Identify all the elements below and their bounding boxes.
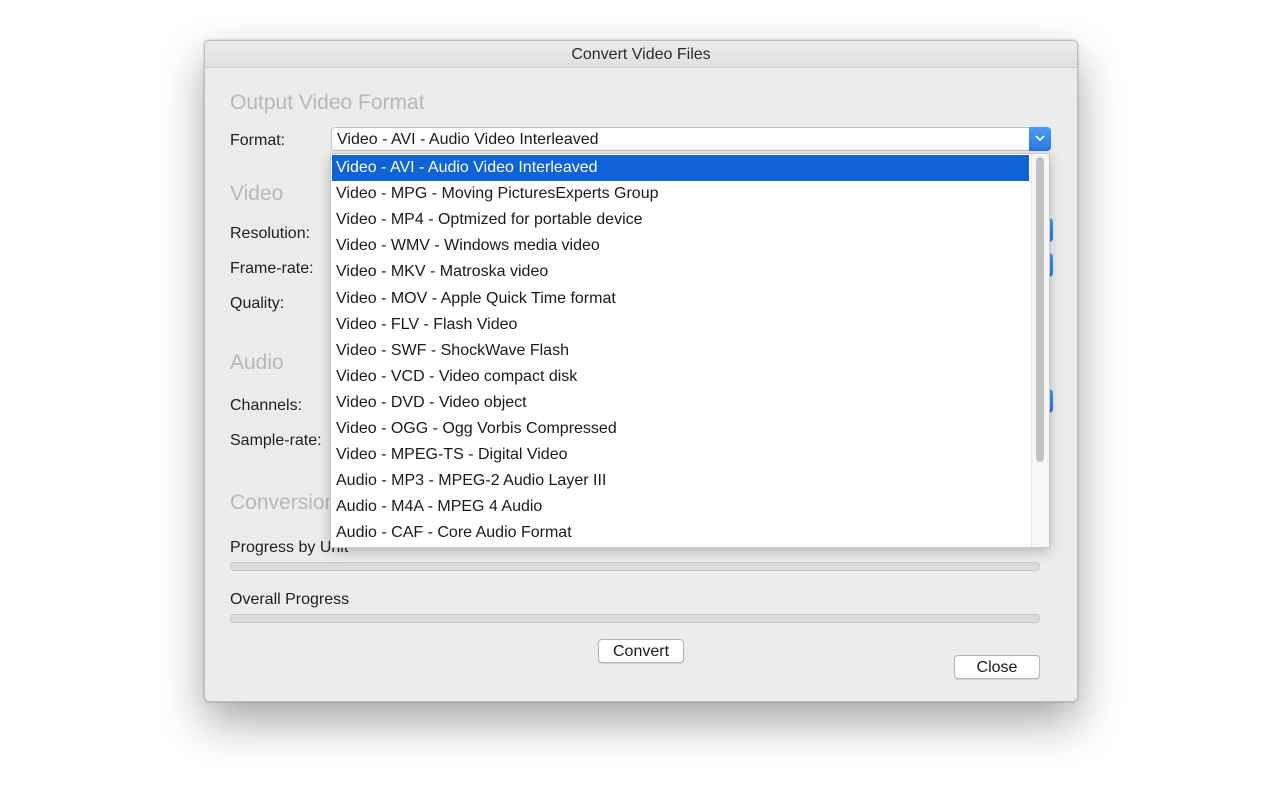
format-label: Format:	[230, 132, 286, 149]
format-option[interactable]: Video - OGG - Ogg Vorbis Compressed	[332, 416, 1029, 442]
format-option[interactable]: Video - MPG - Moving PicturesExperts Gro…	[332, 181, 1029, 207]
section-output-video-format: Output Video Format	[230, 91, 425, 114]
format-option[interactable]: Video - VCD - Video compact disk	[332, 364, 1029, 390]
format-option[interactable]: Audio - CAF - Core Audio Format	[332, 520, 1029, 546]
format-option[interactable]: Video - AVI - Audio Video Interleaved	[332, 155, 1029, 181]
section-audio: Audio	[230, 351, 284, 374]
format-option[interactable]: Video - MOV - Apple Quick Time format	[332, 286, 1029, 312]
format-select[interactable]: Video - AVI - Audio Video Interleaved	[331, 127, 1051, 151]
quality-label: Quality:	[230, 295, 285, 312]
format-option[interactable]: Audio - M4A - MPEG 4 Audio	[332, 494, 1029, 520]
dropdown-scrollbar[interactable]	[1031, 154, 1049, 547]
section-conversion: Conversion	[230, 491, 337, 514]
format-option[interactable]: Video - SWF - ShockWave Flash	[332, 338, 1029, 364]
format-option[interactable]: Video - DVD - Video object	[332, 390, 1029, 416]
close-button[interactable]: Close	[954, 655, 1040, 679]
progress-unit-bar	[230, 562, 1040, 571]
resolution-label: Resolution:	[230, 225, 311, 242]
format-option[interactable]: Video - MP4 - Optmized for portable devi…	[332, 207, 1029, 233]
chevron-down-icon[interactable]	[1029, 127, 1051, 151]
channels-label: Channels:	[230, 397, 303, 414]
section-video: Video	[230, 182, 284, 205]
format-option[interactable]: Video - MPEG-TS - Digital Video	[332, 442, 1029, 468]
format-select-value: Video - AVI - Audio Video Interleaved	[337, 131, 599, 148]
format-option[interactable]: Video - WMV - Windows media video	[332, 233, 1029, 259]
convert-button[interactable]: Convert	[598, 639, 684, 663]
format-dropdown-menu[interactable]: Video - AVI - Audio Video Interleaved Vid…	[330, 153, 1050, 548]
dropdown-scrollbar-thumb[interactable]	[1036, 157, 1044, 462]
progress-overall-label: Overall Progress	[230, 591, 350, 608]
format-option[interactable]: Video - MKV - Matroska video	[332, 259, 1029, 285]
title-bar[interactable]: Convert Video Files	[205, 41, 1077, 68]
framerate-label: Frame-rate:	[230, 260, 314, 277]
format-option[interactable]: Video - FLV - Flash Video	[332, 312, 1029, 338]
window-title: Convert Video Files	[571, 46, 711, 63]
progress-overall-bar	[230, 614, 1040, 623]
format-option[interactable]: Audio - MP3 - MPEG-2 Audio Layer III	[332, 468, 1029, 494]
samplerate-label: Sample-rate:	[230, 432, 322, 449]
